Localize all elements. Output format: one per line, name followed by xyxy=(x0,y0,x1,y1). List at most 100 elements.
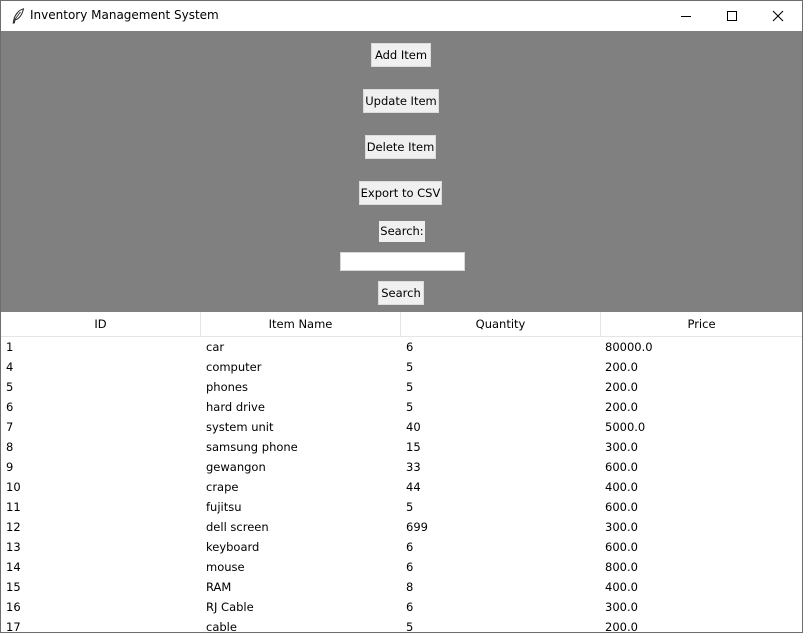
table-row[interactable]: 13 keyboard 6 600.0 xyxy=(1,537,802,557)
cell-item-name: phones xyxy=(206,380,248,394)
cell-price: 600.0 xyxy=(605,500,638,514)
cell-item-name: computer xyxy=(206,360,262,374)
cell-id: 15 xyxy=(6,580,21,594)
table-row[interactable]: 10 crape 44 400.0 xyxy=(1,477,802,497)
minimize-icon xyxy=(681,16,691,17)
cell-quantity: 6 xyxy=(406,600,414,614)
app-window: Inventory Management System Add Item Upd… xyxy=(0,0,803,633)
table-row[interactable]: 9 gewangon 33 600.0 xyxy=(1,457,802,477)
cell-id: 13 xyxy=(6,540,21,554)
table-row[interactable]: 11 fujitsu 5 600.0 xyxy=(1,497,802,517)
table-body: 1 car 6 80000.0 4 computer 5 200.0 5 phones 5 200.0… xyxy=(1,337,802,632)
cell-id: 6 xyxy=(6,400,14,414)
table-row[interactable]: 1 car 6 80000.0 xyxy=(1,337,802,357)
cell-price: 300.0 xyxy=(605,600,638,614)
delete-item-button[interactable]: Delete Item xyxy=(365,135,436,159)
cell-quantity: 15 xyxy=(406,440,421,454)
search-input[interactable] xyxy=(340,252,465,271)
cell-price: 800.0 xyxy=(605,560,638,574)
close-button[interactable] xyxy=(755,1,801,31)
table-row[interactable]: 17 cable 5 200.0 xyxy=(1,617,802,632)
table-row[interactable]: 6 hard drive 5 200.0 xyxy=(1,397,802,417)
column-header-item-name[interactable]: Item Name xyxy=(201,312,401,336)
search-label: Search: xyxy=(379,221,425,242)
minimize-button[interactable] xyxy=(663,1,709,31)
cell-quantity: 6 xyxy=(406,540,414,554)
cell-price: 200.0 xyxy=(605,400,638,414)
cell-id: 11 xyxy=(6,500,21,514)
feather-icon xyxy=(11,8,25,24)
table-header: ID Item Name Quantity Price xyxy=(1,312,802,337)
cell-item-name: mouse xyxy=(206,560,245,574)
cell-price: 600.0 xyxy=(605,540,638,554)
cell-quantity: 8 xyxy=(406,580,414,594)
cell-price: 200.0 xyxy=(605,620,638,632)
cell-item-name: cable xyxy=(206,620,237,632)
cell-item-name: system unit xyxy=(206,420,274,434)
cell-quantity: 33 xyxy=(406,460,421,474)
table-row[interactable]: 12 dell screen 699 300.0 xyxy=(1,517,802,537)
maximize-button[interactable] xyxy=(709,1,755,31)
table-row[interactable]: 8 samsung phone 15 300.0 xyxy=(1,437,802,457)
cell-id: 9 xyxy=(6,460,14,474)
column-header-quantity[interactable]: Quantity xyxy=(401,312,601,336)
cell-price: 200.0 xyxy=(605,380,638,394)
cell-quantity: 5 xyxy=(406,360,414,374)
table-row[interactable]: 14 mouse 6 800.0 xyxy=(1,557,802,577)
search-button[interactable]: Search xyxy=(378,281,424,305)
cell-quantity: 5 xyxy=(406,380,414,394)
cell-price: 300.0 xyxy=(605,440,638,454)
export-csv-button[interactable]: Export to CSV xyxy=(359,181,442,205)
column-header-price[interactable]: Price xyxy=(601,312,802,336)
table-row[interactable]: 16 RJ Cable 6 300.0 xyxy=(1,597,802,617)
column-header-id[interactable]: ID xyxy=(1,312,201,336)
cell-quantity: 5 xyxy=(406,400,414,414)
cell-item-name: keyboard xyxy=(206,540,260,554)
cell-id: 17 xyxy=(6,620,21,632)
cell-id: 12 xyxy=(6,520,21,534)
cell-price: 5000.0 xyxy=(605,420,646,434)
cell-quantity: 6 xyxy=(406,340,414,354)
cell-quantity: 6 xyxy=(406,560,414,574)
cell-id: 16 xyxy=(6,600,21,614)
cell-quantity: 44 xyxy=(406,480,421,494)
cell-id: 4 xyxy=(6,360,14,374)
table-row[interactable]: 4 computer 5 200.0 xyxy=(1,357,802,377)
cell-id: 10 xyxy=(6,480,21,494)
cell-item-name: RJ Cable xyxy=(206,600,254,614)
inventory-table[interactable]: ID Item Name Quantity Price 1 car 6 80000.0… xyxy=(1,312,802,632)
add-item-button[interactable]: Add Item xyxy=(371,43,431,67)
cell-price: 200.0 xyxy=(605,360,638,374)
window-title: Inventory Management System xyxy=(30,8,219,22)
cell-item-name: car xyxy=(206,340,225,354)
title-bar: Inventory Management System xyxy=(1,1,802,31)
table-row[interactable]: 5 phones 5 200.0 xyxy=(1,377,802,397)
cell-item-name: dell screen xyxy=(206,520,269,534)
cell-price: 400.0 xyxy=(605,480,638,494)
cell-item-name: hard drive xyxy=(206,400,265,414)
cell-item-name: RAM xyxy=(206,580,232,594)
cell-quantity: 699 xyxy=(406,520,428,534)
close-icon xyxy=(772,10,784,22)
controls-panel: Add Item Update Item Delete Item Export … xyxy=(1,31,802,312)
cell-item-name: gewangon xyxy=(206,460,266,474)
maximize-icon xyxy=(727,11,737,21)
cell-id: 7 xyxy=(6,420,14,434)
cell-id: 14 xyxy=(6,560,21,574)
cell-id: 8 xyxy=(6,440,14,454)
cell-price: 400.0 xyxy=(605,580,638,594)
cell-price: 600.0 xyxy=(605,460,638,474)
cell-item-name: crape xyxy=(206,480,239,494)
table-row[interactable]: 7 system unit 40 5000.0 xyxy=(1,417,802,437)
cell-price: 300.0 xyxy=(605,520,638,534)
cell-item-name: fujitsu xyxy=(206,500,242,514)
cell-quantity: 5 xyxy=(406,500,414,514)
update-item-button[interactable]: Update Item xyxy=(363,89,439,113)
cell-quantity: 40 xyxy=(406,420,421,434)
cell-item-name: samsung phone xyxy=(206,440,298,454)
table-row[interactable]: 15 RAM 8 400.0 xyxy=(1,577,802,597)
cell-id: 5 xyxy=(6,380,14,394)
cell-price: 80000.0 xyxy=(605,340,653,354)
cell-id: 1 xyxy=(6,340,14,354)
cell-quantity: 5 xyxy=(406,620,414,632)
